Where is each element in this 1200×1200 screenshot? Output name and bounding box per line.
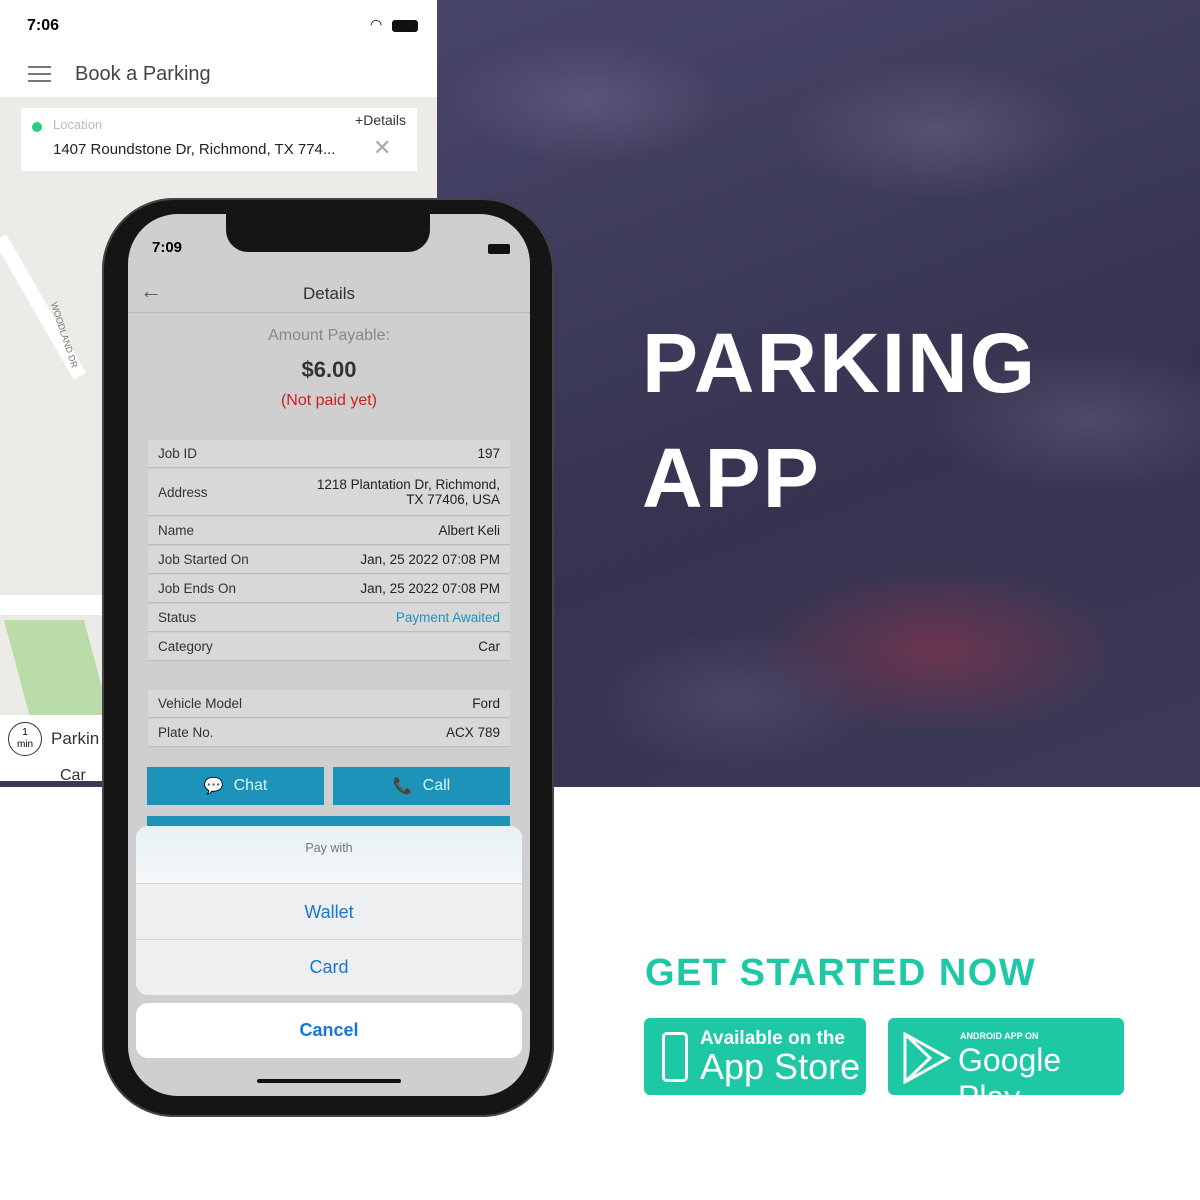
- details-link[interactable]: +Details: [355, 112, 406, 128]
- location-label: Location: [53, 117, 103, 132]
- pay-with-sheet: Pay with Wallet Card: [136, 826, 522, 995]
- location-card[interactable]: Location +Details 1407 Roundstone Dr, Ri…: [21, 108, 417, 171]
- detail-row-vehicle-model: Vehicle Model Ford: [148, 690, 510, 718]
- card-option[interactable]: Card: [136, 940, 522, 995]
- payment-status: (Not paid yet): [280, 392, 378, 409]
- clear-icon[interactable]: ✕: [373, 135, 391, 161]
- badge-big-text: App Store: [700, 1046, 861, 1087]
- google-play-badge[interactable]: ANDROID APP ON Google Play: [888, 1018, 1124, 1115]
- detail-row-started: Job Started On Jan, 25 2022 07:08 PM: [148, 546, 510, 574]
- call-button[interactable]: 📞 Call: [333, 767, 510, 805]
- page-title: Book a Parking: [75, 63, 211, 85]
- phone-notch: [226, 214, 430, 252]
- eta-badge: 1 min: [8, 722, 42, 756]
- screen-title: Details: [303, 284, 355, 303]
- amount-value: $6.00: [301, 357, 357, 382]
- wallet-option[interactable]: Wallet: [136, 884, 522, 940]
- details-screen: 7:09 ← Details Amount Payable: $6.00 (No…: [128, 214, 530, 1096]
- amount-label: Amount Payable:: [268, 327, 390, 344]
- badge-big-text: Google Play: [958, 1042, 1062, 1115]
- list-title: Parkin: [51, 729, 100, 748]
- badge-small-text: ANDROID APP ON: [960, 1031, 1039, 1041]
- status-time: 7:06: [27, 17, 60, 34]
- home-indicator: [257, 1079, 401, 1083]
- detail-row-ends: Job Ends On Jan, 25 2022 07:08 PM: [148, 575, 510, 603]
- detail-row-category: Category Car: [148, 633, 510, 661]
- cancel-button[interactable]: Cancel: [136, 1003, 522, 1058]
- detail-row-status: Status Payment Awaited: [148, 604, 510, 632]
- phone-icon: 📞: [392, 778, 413, 795]
- hero-title-line1: PARKING: [642, 316, 1038, 410]
- app-store-badge[interactable]: Available on the App Store: [644, 1018, 866, 1095]
- battery-icon: [392, 20, 418, 32]
- chat-icon: 💬: [203, 778, 224, 795]
- detail-row-job-id: Job ID 197: [148, 440, 510, 468]
- detail-row-plate: Plate No. ACX 789: [148, 719, 510, 747]
- play-icon: [903, 1032, 952, 1084]
- phone-icon: [662, 1032, 688, 1082]
- detail-row-name: Name Albert Keli: [148, 517, 510, 545]
- cta-heading: GET STARTED NOW: [645, 952, 1037, 994]
- location-address: 1407 Roundstone Dr, Richmond, TX 774...: [53, 141, 336, 158]
- hero-title-line2: APP: [642, 431, 821, 525]
- menu-icon[interactable]: [28, 66, 51, 82]
- chat-button[interactable]: 💬 Chat: [147, 767, 324, 805]
- list-sub: Car: [60, 767, 86, 784]
- location-dot-icon: [32, 122, 42, 132]
- status-time: 7:09: [152, 239, 183, 256]
- sheet-title: Pay with: [136, 826, 522, 884]
- app-bar: 7:06 ◠ Book a Parking: [0, 0, 437, 97]
- battery-icon: [488, 244, 510, 254]
- wifi-icon: ◠: [370, 16, 383, 32]
- detail-row-address: Address 1218 Plantation Dr, Richmond, TX 7…: [148, 469, 510, 516]
